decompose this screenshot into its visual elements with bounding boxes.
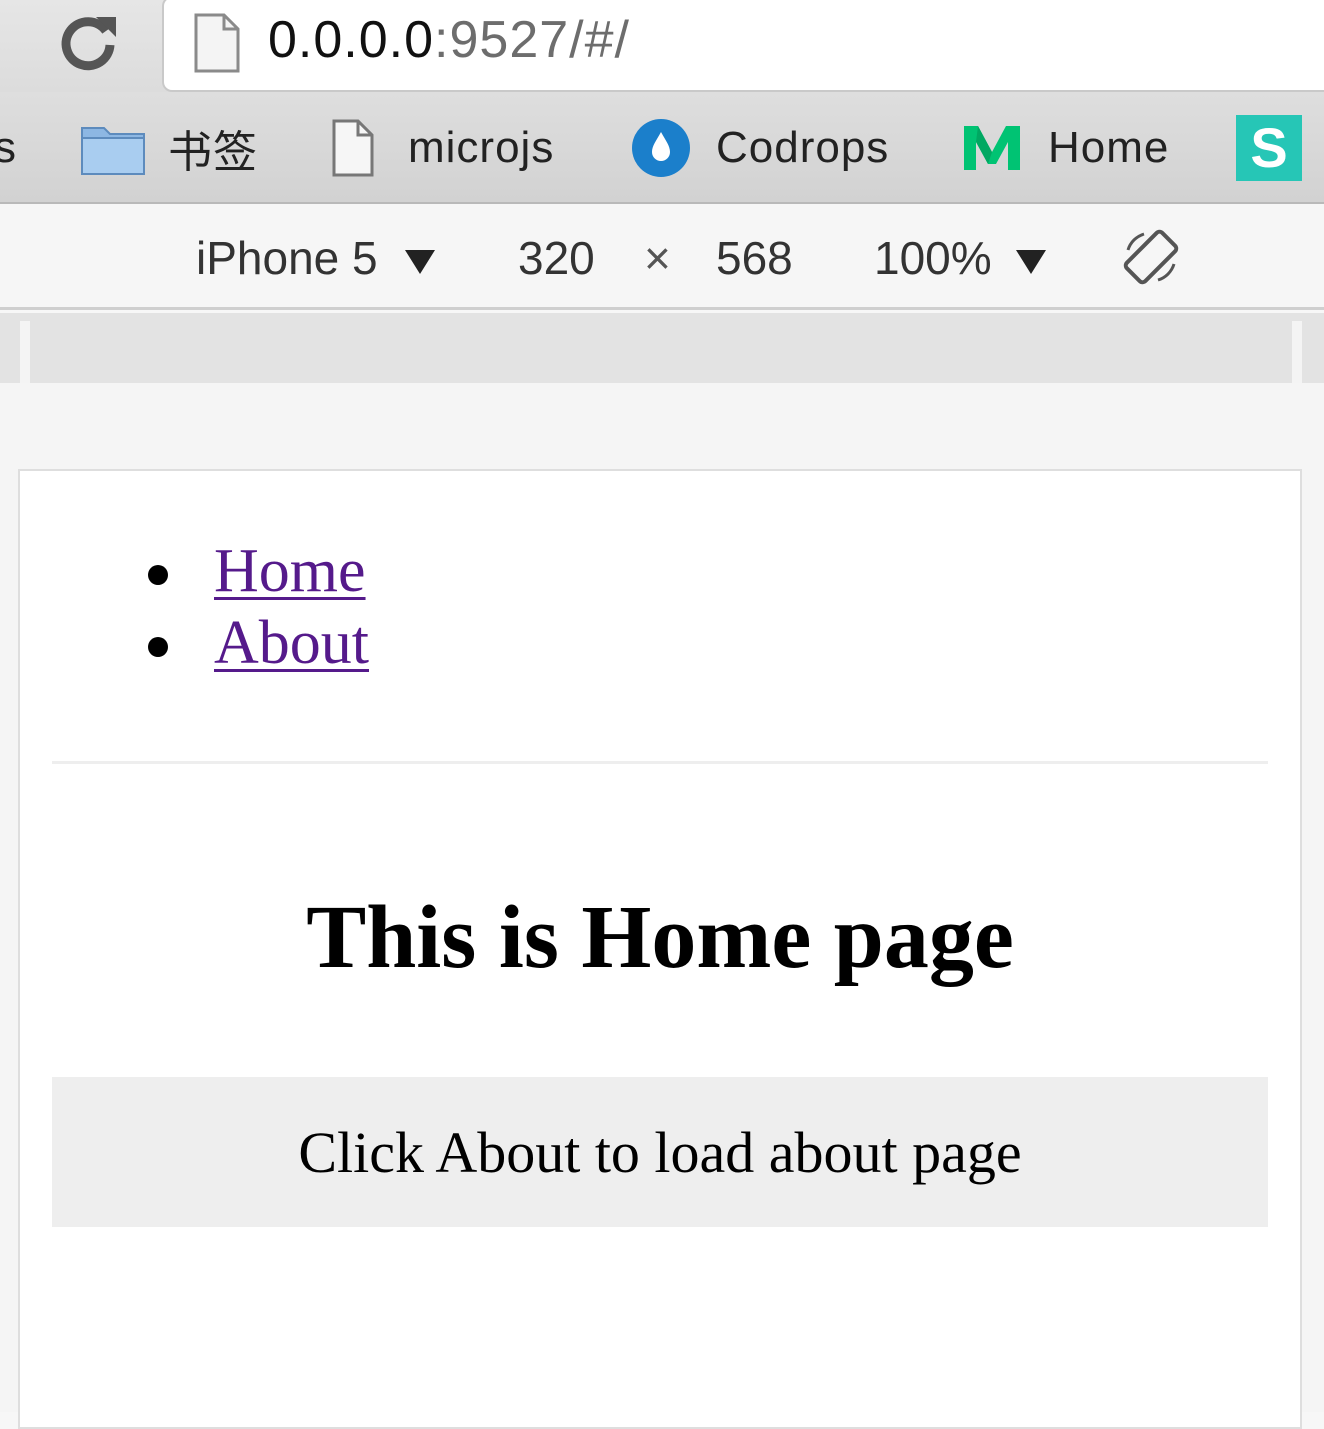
dimension-separator: × xyxy=(644,232,671,284)
nav-item-home: Home xyxy=(144,535,369,607)
width-input[interactable]: 320 xyxy=(518,230,595,286)
url-host: 0.0.0.0 xyxy=(268,11,435,69)
caret-down-icon[interactable] xyxy=(405,250,435,274)
bookmark-label: microjs xyxy=(408,123,555,172)
about-link[interactable]: About xyxy=(214,609,369,677)
bookmark-label: Codrops xyxy=(716,123,890,172)
zoom-select[interactable]: 100% xyxy=(874,230,992,286)
caret-down-icon[interactable] xyxy=(1016,250,1046,274)
bookmark-folder[interactable]: 书签 xyxy=(80,92,258,204)
bookmark-label: s xyxy=(0,123,17,172)
home-link[interactable]: Home xyxy=(214,537,366,605)
bookmark-label: 书签 xyxy=(168,128,258,177)
medium-icon xyxy=(964,126,1020,170)
bookmark-microjs[interactable]: microjs xyxy=(330,92,554,204)
hint-box: Click About to load about page xyxy=(52,1077,1268,1227)
rotate-icon[interactable] xyxy=(1120,226,1182,288)
page-title: This is Home page xyxy=(306,888,1014,987)
device-ruler xyxy=(0,313,1324,383)
ruler-handle-left[interactable] xyxy=(20,321,30,383)
browser-toolbar: 0.0.0.0:9527/#/ xyxy=(0,0,1324,92)
address-bar[interactable]: 0.0.0.0:9527/#/ xyxy=(162,0,1324,92)
nav-item-about: About xyxy=(144,607,369,679)
bookmark-item-partial[interactable]: s xyxy=(0,92,17,204)
bookmarks-bar: s 书签 microjs Codrops Home S xyxy=(0,92,1324,204)
reload-button[interactable] xyxy=(50,6,126,76)
bookmark-medium-home[interactable]: Home xyxy=(962,92,1169,204)
viewport-area: Home About This is Home page Click About… xyxy=(0,383,1324,1429)
codrops-icon xyxy=(632,119,690,177)
bookmark-label: Home xyxy=(1048,123,1170,172)
page-icon xyxy=(194,13,240,73)
device-screen: Home About This is Home page Click About… xyxy=(18,469,1302,1429)
ruler-handle-right[interactable] xyxy=(1292,321,1302,383)
device-select[interactable]: iPhone 5 xyxy=(196,230,378,286)
bookmark-s[interactable]: S xyxy=(1236,92,1302,204)
bookmark-codrops[interactable]: Codrops xyxy=(630,92,889,204)
page-icon xyxy=(332,119,374,177)
s-icon: S xyxy=(1236,115,1302,181)
height-input[interactable]: 568 xyxy=(716,230,793,286)
folder-icon xyxy=(81,127,145,175)
divider xyxy=(52,761,1268,764)
reload-icon xyxy=(61,17,116,71)
url-path: :9527/#/ xyxy=(434,11,630,69)
svg-text:S: S xyxy=(1250,116,1287,179)
url-text[interactable]: 0.0.0.0:9527/#/ xyxy=(268,10,630,70)
hint-text: Click About to load about page xyxy=(298,1119,1022,1185)
nav-list: Home About xyxy=(144,535,369,679)
